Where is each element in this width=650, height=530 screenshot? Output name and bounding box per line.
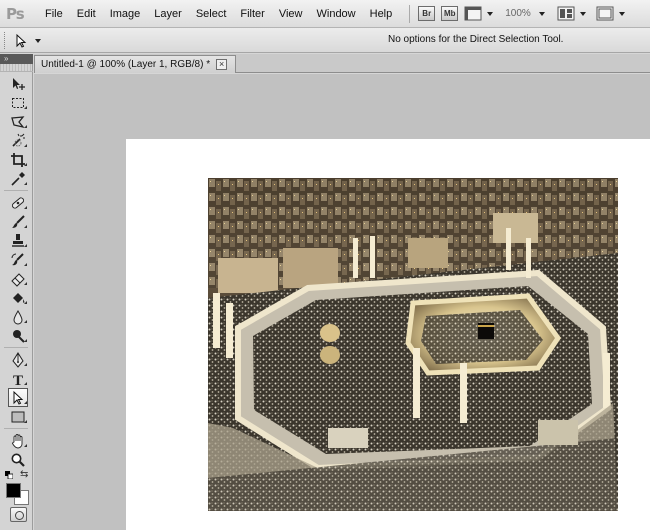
move-icon [13,77,25,90]
paint-bucket-tool[interactable] [0,288,33,307]
brush-tool[interactable] [0,212,33,231]
menu-view[interactable]: View [272,0,310,28]
quick-selection-tool[interactable] [0,131,33,150]
swap-colors-icon[interactable]: ⇆ [20,469,28,480]
close-icon[interactable]: × [216,59,228,70]
history-brush-tool[interactable] [0,250,33,269]
view-extras-icon [464,6,482,21]
move-tool[interactable] [0,74,33,93]
workspace[interactable] [34,74,650,530]
options-bar: No options for the Direct Selection Tool… [0,28,650,53]
foreground-color-swatch[interactable] [6,483,21,498]
aerial-night-photo [208,178,618,511]
chevron-down-icon [35,38,41,43]
direct-selection-tool[interactable] [0,388,33,407]
arrange-documents-icon [557,6,575,21]
marquee-tool[interactable] [0,93,33,112]
lasso-tool[interactable] [0,112,33,131]
toolbox: » T ⇆ [0,54,33,530]
shape-tool[interactable] [0,407,33,426]
toolbox-separator [4,347,28,348]
mini-bridge-button[interactable]: Mb [441,4,459,24]
blur-tool[interactable] [0,307,33,326]
chevron-down-icon [618,11,625,16]
menu-bar: Ps File Edit Image Layer Select Filter V… [0,0,650,28]
menu-separator [409,4,411,23]
document-tab[interactable]: Untitled-1 @ 100% (Layer 1, RGB/8) * × [34,55,236,73]
clone-stamp-tool[interactable] [0,231,33,250]
toolbox-grip[interactable] [0,64,33,72]
direct-selection-icon [16,33,27,48]
default-colors-icon[interactable] [5,471,13,479]
chevron-down-icon [579,11,586,16]
menu-filter[interactable]: Filter [233,0,271,28]
toolbox-separator [4,428,28,429]
screen-mode-icon [596,6,614,21]
eyedropper-tool[interactable] [0,169,33,188]
zoom-icon [11,453,25,467]
zoom-level: 100% [505,8,531,19]
crop-tool[interactable] [0,150,33,169]
screen-mode-button[interactable] [596,4,625,24]
color-swatches: ⇆ [0,469,33,507]
hand-tool[interactable] [0,431,33,450]
document-tab-title: Untitled-1 @ 100% (Layer 1, RGB/8) * [41,59,211,70]
menu-select[interactable]: Select [189,0,234,28]
document-tab-bar: Untitled-1 @ 100% (Layer 1, RGB/8) * × [34,54,650,73]
menu-window[interactable]: Window [310,0,363,28]
eraser-tool[interactable] [0,269,33,288]
toolbox-collapse-icon[interactable]: » [0,54,33,64]
layer-1-photo[interactable] [208,178,618,511]
menu-file[interactable]: File [38,0,70,28]
pen-tool[interactable] [0,350,33,369]
chevron-down-icon [538,11,545,16]
svg-text:T: T [13,373,23,387]
zoom-tool[interactable] [0,450,33,469]
chevron-down-icon [487,11,494,16]
dodge-tool[interactable] [0,326,33,345]
quick-mask-button[interactable] [10,507,27,522]
menu-edit[interactable]: Edit [70,0,103,28]
view-extras-button[interactable] [464,4,494,24]
zoom-level-dropdown[interactable]: 100% [505,4,545,24]
tool-preset-picker[interactable] [14,32,46,49]
arrange-documents-button[interactable] [557,4,586,24]
menu-image[interactable]: Image [103,0,148,28]
toolbox-separator [4,190,28,191]
type-tool[interactable]: T [0,369,33,388]
bridge-button[interactable]: Br [418,4,436,24]
options-message: No options for the Direct Selection Tool… [388,34,564,45]
mini-bridge-icon: Mb [441,6,459,21]
document-canvas[interactable] [126,139,650,530]
bridge-icon: Br [418,6,436,21]
menu-layer[interactable]: Layer [147,0,189,28]
options-bar-grip[interactable] [4,32,7,49]
menu-help[interactable]: Help [363,0,400,28]
healing-brush-tool[interactable] [0,193,33,212]
photoshop-logo: Ps [6,4,25,23]
